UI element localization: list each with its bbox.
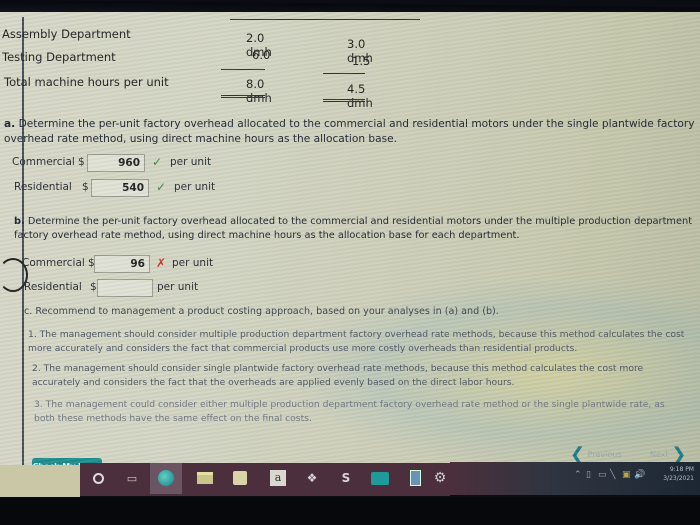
file-explorer-icon[interactable] — [195, 469, 215, 487]
option-2[interactable]: 2. The management should consider single… — [32, 362, 692, 390]
row-label: Total machine hours per unit — [4, 75, 169, 89]
total-double-rule — [323, 99, 365, 102]
part-c-question: c. Recommend to management a product cos… — [24, 304, 700, 319]
currency-symbol: $ — [78, 156, 85, 168]
part-a-residential-row: Residential $ 540 ✓ per unit — [14, 179, 314, 197]
correct-check-icon: ✓ — [152, 155, 163, 169]
answer-label: Residential — [24, 281, 82, 293]
row-label: Assembly Department — [2, 27, 131, 41]
tray-app-icon[interactable]: ▣ — [622, 470, 631, 480]
subtotal-rule — [221, 69, 265, 70]
part-b-residential-input[interactable] — [97, 279, 153, 297]
clock-time: 9:18 PM — [669, 466, 694, 473]
taskbar-left-edge — [0, 465, 80, 497]
tray-chevron-up-icon[interactable]: ⌃ — [574, 470, 582, 480]
part-a-question: a. Determine the per-unit factory overhe… — [4, 117, 700, 147]
clock-date: 3/23/2021 — [663, 475, 694, 482]
correct-check-icon: ✓ — [156, 180, 167, 194]
browser-page: Assembly Department 2.0 dmh 3.0 dmh Test… — [0, 12, 700, 467]
commercial-value: 6.0 — [252, 48, 271, 62]
taskbar-apps: ▭ a ❖ S ⚙ — [80, 462, 450, 496]
taskbar-clock[interactable]: 9:18 PM 3/23/2021 — [663, 465, 694, 483]
task-view-icon[interactable]: ▭ — [122, 469, 142, 487]
unit-label: per unit — [170, 156, 212, 168]
table-row: Testing Department 6.0 1.5 — [2, 48, 432, 68]
next-label: Next — [650, 450, 669, 459]
part-b-question: b. Determine the per-unit factory overhe… — [14, 215, 700, 243]
unit-label: per unit — [172, 257, 214, 269]
option-1[interactable]: 1. The management should consider multip… — [28, 328, 693, 356]
phone-app-icon[interactable] — [405, 469, 425, 487]
unit-label: per unit — [157, 281, 199, 293]
tray-display-icon[interactable]: ▭ — [598, 470, 607, 480]
residential-value: 1.5 — [352, 54, 371, 68]
dropbox-icon[interactable]: ❖ — [302, 469, 322, 487]
tray-volume-icon[interactable]: 🔊 — [634, 470, 645, 480]
previous-label: Previous — [587, 450, 622, 459]
windows-taskbar: ▭ a ❖ S ⚙ ⌃ ▯ ▭ ╲ ▣ 🔊 9:18 PM 3/23/2021 — [0, 462, 700, 497]
part-a-commercial-input[interactable]: 960 — [87, 154, 145, 172]
store-icon[interactable] — [230, 469, 250, 487]
residential-total: 4.5 dmh — [347, 82, 373, 110]
incorrect-x-icon: ✗ — [156, 256, 167, 270]
part-b-commercial-row: Commercial $ 96 ✗ per unit — [22, 255, 322, 273]
answer-label: Commercial — [22, 257, 85, 269]
edge-browser-icon[interactable] — [150, 462, 182, 494]
tray-battery-icon[interactable]: ▯ — [586, 470, 591, 480]
part-c-letter: c. — [24, 306, 33, 317]
answer-label: Commercial — [12, 156, 75, 168]
mail-icon[interactable] — [370, 469, 390, 487]
part-a-commercial-row: Commercial $ 960 ✓ per unit — [12, 154, 312, 172]
subtotal-rule — [323, 73, 365, 74]
cortana-icon[interactable] — [88, 469, 108, 487]
settings-icon[interactable]: ⚙ — [430, 469, 450, 487]
currency-symbol: $ — [90, 281, 97, 293]
part-b-commercial-input[interactable]: 96 — [94, 255, 150, 273]
table-top-rule — [230, 19, 420, 20]
row-label: Testing Department — [2, 50, 116, 64]
part-b-letter: b. — [14, 216, 25, 227]
commercial-total: 8.0 dmh — [246, 77, 272, 105]
amazon-icon[interactable]: a — [268, 469, 288, 487]
total-double-rule — [221, 95, 265, 98]
part-a-residential-input[interactable]: 540 — [91, 179, 149, 197]
monitor-bezel-bottom — [0, 497, 700, 525]
system-tray: ⌃ ▯ ▭ ╲ ▣ 🔊 9:18 PM 3/23/2021 — [450, 462, 700, 495]
table-row: Assembly Department 2.0 dmh 3.0 dmh — [2, 27, 432, 65]
part-a-letter: a. — [4, 118, 16, 130]
app-icon[interactable]: S — [336, 469, 356, 487]
currency-symbol: $ — [82, 181, 89, 193]
table-row: Total machine hours per unit 8.0 dmh 4.5… — [2, 75, 432, 110]
answer-label: Residential — [14, 181, 72, 193]
question-panel: Assembly Department 2.0 dmh 3.0 dmh Test… — [0, 17, 700, 465]
part-b-residential-row: Residential $ per unit — [24, 279, 324, 297]
part-a-text: Determine the per-unit factory overhead … — [4, 118, 695, 145]
option-3[interactable]: 3. The management could consider either … — [34, 398, 684, 426]
tray-network-icon[interactable]: ╲ — [610, 470, 615, 480]
part-b-text: Determine the per-unit factory overhead … — [14, 216, 693, 241]
unit-label: per unit — [174, 181, 216, 193]
part-c-text: Recommend to management a product costin… — [35, 306, 499, 317]
